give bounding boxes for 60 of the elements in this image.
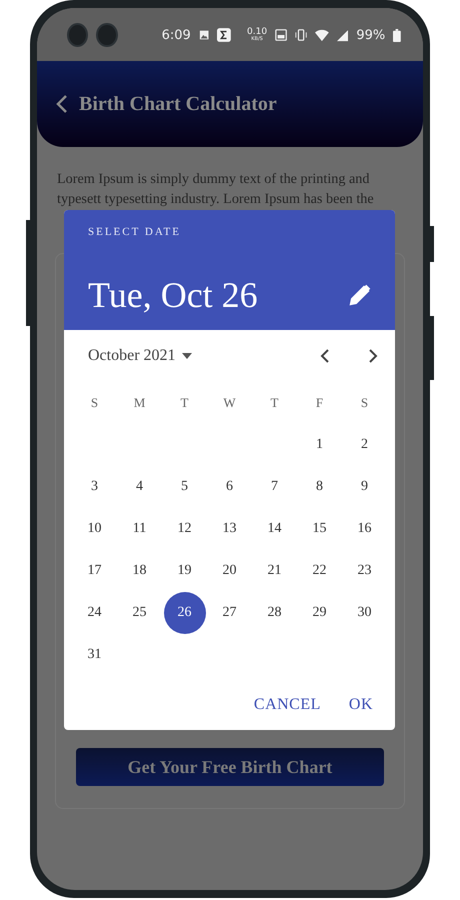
wifi-icon xyxy=(315,28,330,42)
weekday-label: S xyxy=(360,395,368,411)
calendar-day[interactable]: 28 xyxy=(254,592,296,634)
calendar-day[interactable]: 12 xyxy=(164,508,206,550)
calendar-day[interactable]: 2 xyxy=(344,424,386,466)
calendar-day[interactable]: 26 xyxy=(164,592,206,634)
calendar-day[interactable]: 30 xyxy=(344,592,386,634)
weekday-label: S xyxy=(90,395,98,411)
weekday-label: M xyxy=(134,395,146,411)
submit-button[interactable]: Get Your Free Birth Chart xyxy=(76,748,384,786)
camera-icon xyxy=(96,23,118,47)
ok-button[interactable]: OK xyxy=(338,688,383,722)
pencil-icon[interactable] xyxy=(349,284,371,306)
weekday-label: T xyxy=(180,395,188,411)
calendar-day[interactable]: 21 xyxy=(254,550,296,592)
selected-date: Tue, Oct 26 xyxy=(88,274,258,316)
calendar-day[interactable]: 1 xyxy=(298,424,340,466)
intro-text: Lorem Ipsum is simply dummy text of the printing and typesett typesetting industry. Lorem Ipsum has been the xyxy=(57,170,375,209)
calendar-day[interactable]: 10 xyxy=(74,508,116,550)
caret-icon[interactable] xyxy=(182,353,192,359)
calendar-day[interactable]: 9 xyxy=(344,466,386,508)
app-title: Birth Chart Calculator xyxy=(79,92,277,116)
weekday-label: F xyxy=(316,395,324,411)
calendar-day[interactable]: 29 xyxy=(298,592,340,634)
battery-percent: 99% xyxy=(356,28,386,42)
back-icon[interactable] xyxy=(55,94,69,114)
calendar-day[interactable]: 23 xyxy=(344,550,386,592)
weekday-label: T xyxy=(270,395,278,411)
calendar-day[interactable]: 16 xyxy=(344,508,386,550)
cancel-button[interactable]: CANCEL xyxy=(244,688,331,722)
vibrate-icon xyxy=(295,28,308,42)
calendar-day[interactable]: 8 xyxy=(298,466,340,508)
calendar-day[interactable]: 4 xyxy=(118,466,160,508)
dialog-heading: SELECT DATE xyxy=(88,226,182,238)
weekday-label: W xyxy=(223,395,236,411)
image-icon xyxy=(198,29,210,41)
calendar-day[interactable]: 6 xyxy=(208,466,250,508)
calendar-day[interactable]: 27 xyxy=(208,592,250,634)
calendar-day[interactable]: 17 xyxy=(74,550,116,592)
battery-icon xyxy=(393,28,402,42)
calendar-day[interactable]: 11 xyxy=(118,508,160,550)
month-selector[interactable]: October 2021 xyxy=(88,347,176,365)
calendar-day[interactable]: 18 xyxy=(118,550,160,592)
calendar-day[interactable]: 31 xyxy=(74,634,116,676)
calendar-day[interactable]: 22 xyxy=(298,550,340,592)
calendar-day[interactable]: 25 xyxy=(118,592,160,634)
sigma-icon xyxy=(217,27,231,43)
calendar-day[interactable]: 15 xyxy=(298,508,340,550)
calendar-day[interactable]: 19 xyxy=(164,550,206,592)
calendar-day[interactable]: 20 xyxy=(208,550,250,592)
calendar-day[interactable]: 14 xyxy=(254,508,296,550)
calendar-day[interactable]: 24 xyxy=(74,592,116,634)
camera-icon xyxy=(67,23,88,47)
clock: 6:09 xyxy=(162,28,191,42)
calendar-day[interactable]: 3 xyxy=(74,466,116,508)
calendar-day[interactable]: 7 xyxy=(254,466,296,508)
calendar-day[interactable]: 5 xyxy=(164,466,206,508)
calendar-day[interactable]: 13 xyxy=(208,508,250,550)
signal-icon xyxy=(337,28,348,42)
data-speed: 0.10 xyxy=(247,28,268,37)
